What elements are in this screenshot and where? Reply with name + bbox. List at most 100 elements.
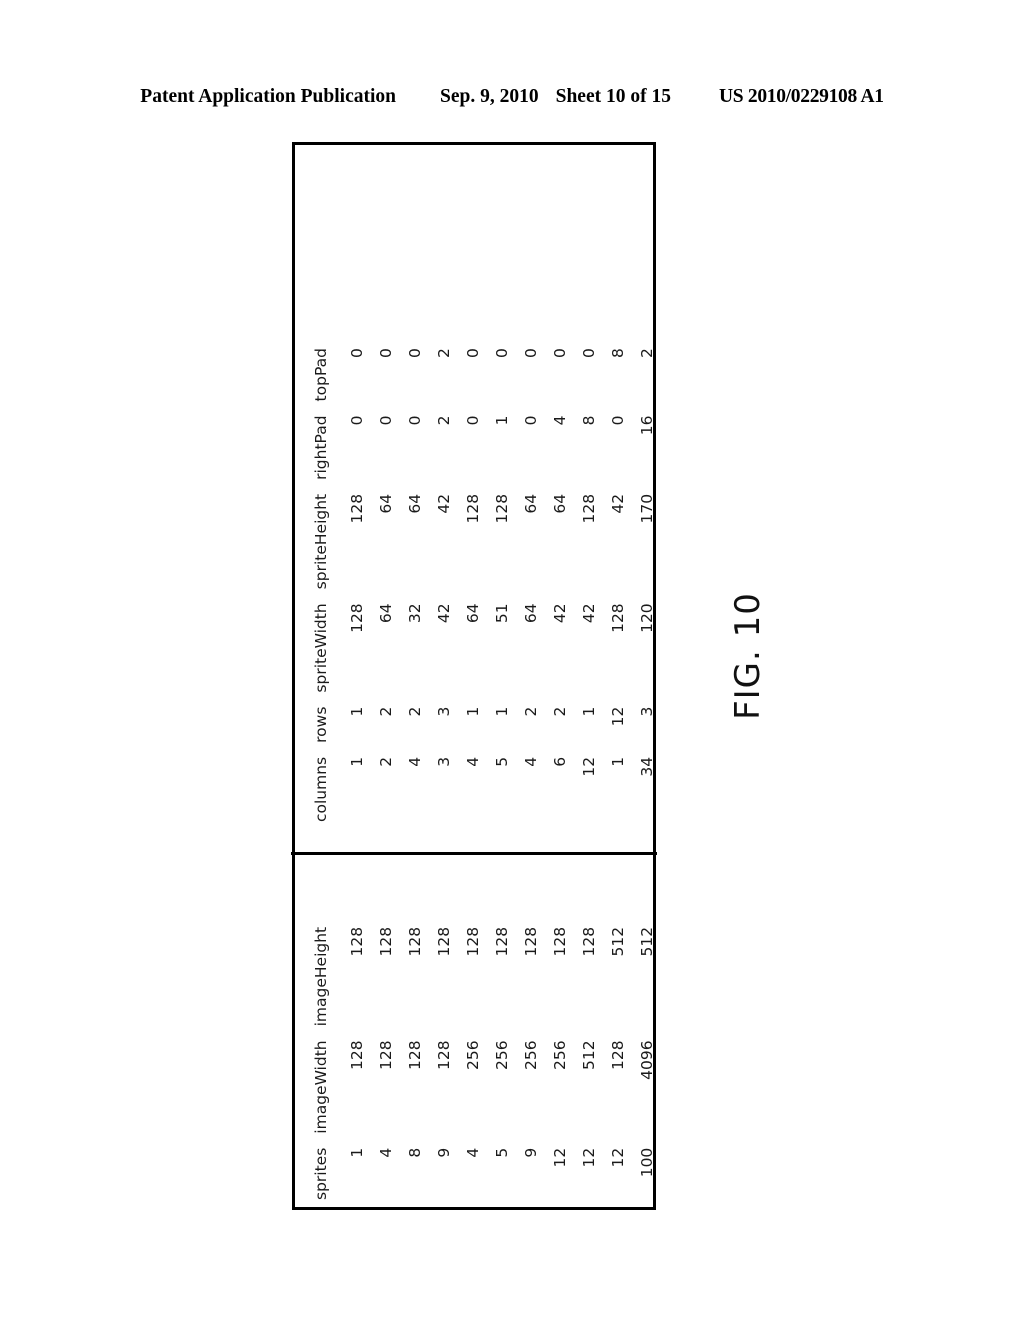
cell-spritewidth: 64 — [376, 603, 395, 624]
cell-columns: 6 — [550, 756, 569, 767]
cell-sprites: 9 — [521, 1147, 540, 1158]
table-row: 4 2 64 64 0 0 — [512, 341, 541, 829]
table-header-row: columns rows spriteWidth spriteHeight ri… — [295, 341, 338, 829]
table-row: 8 128 128 — [396, 920, 425, 1207]
cell-columns: 34 — [637, 756, 656, 777]
cell-toppad: 8 — [608, 348, 627, 358]
cell-rows: 1 — [579, 706, 598, 717]
cell-rightpad: 16 — [637, 415, 656, 436]
cell-imagewidth: 128 — [608, 1040, 627, 1070]
cell-sprites: 5 — [492, 1147, 511, 1158]
rotated-drawing-stage: sprites imageWidth imageHeight 1 128 128 4 1… — [291, 145, 657, 1207]
cell-toppad: 0 — [579, 348, 598, 358]
publication-label: Patent Application Publication — [140, 86, 396, 107]
cell-imagewidth: 256 — [521, 1040, 540, 1070]
cell-imagewidth: 256 — [492, 1040, 511, 1070]
cell-spriteheight: 64 — [550, 493, 569, 514]
figure-caption-text: FIG. 10 — [728, 592, 768, 720]
cell-imagewidth: 256 — [550, 1040, 569, 1070]
column-header-imageheight: imageHeight — [311, 926, 330, 1027]
cell-rows: 1 — [463, 706, 482, 717]
cell-spritewidth: 42 — [434, 603, 453, 624]
cell-sprites: 12 — [579, 1147, 598, 1168]
patent-number: US 2010/0229108 A1 — [718, 86, 884, 107]
table-row: 100 4096 512 — [628, 920, 657, 1207]
cell-columns: 1 — [608, 756, 627, 767]
table-row: 12 1 42 128 8 0 — [570, 341, 599, 829]
table-row: 9 128 128 — [425, 920, 454, 1207]
cell-toppad: 2 — [637, 348, 656, 358]
table-row: 5 1 51 128 1 0 — [483, 341, 512, 829]
cell-sprites: 12 — [550, 1147, 569, 1168]
cell-spritewidth: 64 — [521, 603, 540, 624]
cell-rightpad: 8 — [579, 415, 598, 426]
column-header-toppad: topPad — [311, 348, 330, 402]
cell-toppad: 0 — [550, 348, 569, 358]
cell-spriteheight: 128 — [579, 493, 598, 524]
cell-rightpad: 1 — [492, 415, 511, 426]
table-row: 1 1 128 128 0 0 — [338, 341, 367, 829]
cell-imagewidth: 128 — [376, 1040, 395, 1070]
column-header-rows: rows — [311, 706, 330, 743]
cell-columns: 1 — [347, 756, 366, 767]
table-block-separator — [291, 852, 657, 855]
cell-imageheight: 512 — [608, 926, 627, 957]
cell-rows: 2 — [521, 706, 540, 717]
cell-spriteheight: 42 — [608, 493, 627, 514]
table-row: 5 256 128 — [483, 920, 512, 1207]
table-row: 1 128 128 — [338, 920, 367, 1207]
cell-imagewidth: 128 — [405, 1040, 424, 1070]
cell-toppad: 0 — [521, 348, 540, 358]
cell-toppad: 0 — [347, 348, 366, 358]
cell-rows: 2 — [376, 706, 395, 717]
cell-toppad: 2 — [434, 348, 453, 358]
cell-rows: 3 — [637, 706, 656, 717]
cell-rows: 2 — [405, 706, 424, 717]
cell-imagewidth: 128 — [434, 1040, 453, 1070]
column-header-imagewidth: imageWidth — [311, 1040, 330, 1134]
figure-caption: FIG. 10 — [688, 556, 808, 756]
cell-imageheight: 128 — [521, 926, 540, 957]
column-header-sprites: sprites — [311, 1147, 330, 1200]
cell-toppad: 0 — [376, 348, 395, 358]
table-header-row: sprites imageWidth imageHeight — [295, 920, 338, 1207]
column-header-columns: columns — [311, 756, 330, 822]
table-row: 34 3 120 170 16 2 — [628, 341, 657, 829]
cell-columns: 2 — [376, 756, 395, 767]
sheet-number: Sheet 10 of 15 — [555, 86, 671, 107]
cell-sprites: 8 — [405, 1147, 424, 1158]
cell-spritewidth: 64 — [463, 603, 482, 624]
cell-spriteheight: 128 — [463, 493, 482, 524]
cell-imagewidth: 256 — [463, 1040, 482, 1070]
column-header-spriteheight: spriteHeight — [311, 493, 330, 590]
cell-imageheight: 128 — [347, 926, 366, 957]
column-header-rightpad: rightPad — [311, 415, 330, 480]
cell-rightpad: 0 — [376, 415, 395, 426]
cell-imageheight: 128 — [405, 926, 424, 957]
cell-rightpad: 2 — [434, 415, 453, 426]
column-header-spritewidth: spriteWidth — [311, 603, 330, 693]
cell-spritewidth: 32 — [405, 603, 424, 624]
table-row: 6 2 42 64 4 0 — [541, 341, 570, 829]
cell-imageheight: 128 — [434, 926, 453, 957]
cell-sprites: 4 — [376, 1147, 395, 1158]
cell-spritewidth: 120 — [637, 603, 656, 633]
table-row: 4 2 32 64 0 0 — [396, 341, 425, 829]
cell-spriteheight: 42 — [434, 493, 453, 514]
cell-rows: 1 — [492, 706, 511, 717]
cell-spriteheight: 64 — [376, 493, 395, 514]
cell-rightpad: 0 — [463, 415, 482, 426]
cell-imageheight: 128 — [579, 926, 598, 957]
cell-toppad: 0 — [492, 348, 511, 358]
cell-sprites: 12 — [608, 1147, 627, 1168]
cell-columns: 4 — [521, 756, 540, 767]
cell-imageheight: 128 — [492, 926, 511, 957]
cell-sprites: 100 — [637, 1147, 656, 1178]
table-row: 3 3 42 42 2 2 — [425, 341, 454, 829]
cell-rightpad: 0 — [405, 415, 424, 426]
cell-imageheight: 128 — [463, 926, 482, 957]
cell-rightpad: 0 — [608, 415, 627, 426]
cell-spritewidth: 42 — [579, 603, 598, 624]
table-row: 4 128 128 — [367, 920, 396, 1207]
cell-columns: 4 — [463, 756, 482, 767]
